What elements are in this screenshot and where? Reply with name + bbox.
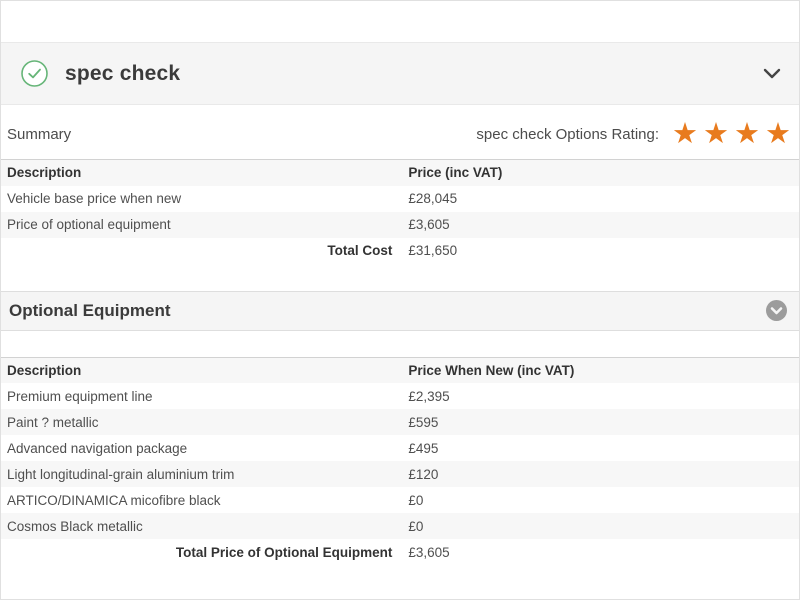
oe-total-row: Total Price of Optional Equipment £3,605 <box>1 539 799 565</box>
table-row: Advanced navigation package £495 <box>1 435 799 461</box>
oe-table-header-row: Description Price When New (inc VAT) <box>1 357 799 383</box>
oe-total-value: £3,605 <box>402 539 799 565</box>
summary-total-row: Total Cost £31,650 <box>1 238 799 264</box>
oe-col-price: Price When New (inc VAT) <box>402 357 799 383</box>
table-row: Paint ? metallic £595 <box>1 409 799 435</box>
summary-col-description: Description <box>1 160 402 186</box>
spec-check-header[interactable]: spec check <box>1 42 799 105</box>
description-cell: Light longitudinal-grain aluminium trim <box>1 461 402 487</box>
summary-col-price: Price (inc VAT) <box>402 160 799 186</box>
description-cell: Advanced navigation package <box>1 435 402 461</box>
table-row: Premium equipment line £2,395 <box>1 383 799 409</box>
description-cell: Vehicle base price when new <box>1 186 402 212</box>
price-cell: £0 <box>402 513 799 539</box>
star-icon: ★ <box>734 120 760 149</box>
table-row: ARTICO/DINAMICA micofibre black £0 <box>1 487 799 513</box>
chevron-down-icon[interactable] <box>763 68 781 80</box>
chevron-down-circle-icon[interactable] <box>766 300 787 321</box>
panel-title: spec check <box>65 62 180 86</box>
oe-col-description: Description <box>1 357 402 383</box>
description-cell: Price of optional equipment <box>1 212 402 238</box>
price-cell: £2,395 <box>402 383 799 409</box>
price-cell: £28,045 <box>402 186 799 212</box>
table-row: Cosmos Black metallic £0 <box>1 513 799 539</box>
price-cell: £595 <box>402 409 799 435</box>
optional-equipment-header[interactable]: Optional Equipment <box>1 291 799 331</box>
price-cell: £120 <box>402 461 799 487</box>
summary-label: Summary <box>7 126 71 143</box>
summary-bar: Summary spec check Options Rating: ★★★★ <box>1 105 799 157</box>
star-icon: ★ <box>672 120 698 149</box>
rating-label: spec check Options Rating: <box>476 126 659 143</box>
summary-table-header-row: Description Price (inc VAT) <box>1 160 799 186</box>
table-row: Light longitudinal-grain aluminium trim … <box>1 461 799 487</box>
price-cell: £3,605 <box>402 212 799 238</box>
spec-check-panel: spec check Summary spec check Options Ra… <box>0 0 800 600</box>
optional-equipment-table: Description Price When New (inc VAT) Pre… <box>1 357 799 566</box>
description-cell: Paint ? metallic <box>1 409 402 435</box>
check-circle-icon <box>21 60 48 87</box>
summary-table: Description Price (inc VAT) Vehicle base… <box>1 159 799 264</box>
section-title: Optional Equipment <box>9 301 171 321</box>
total-cost-value: £31,650 <box>402 238 799 264</box>
price-cell: £0 <box>402 487 799 513</box>
total-cost-label: Total Cost <box>1 238 402 264</box>
top-spacer <box>1 1 799 42</box>
rating-stars: ★★★★ <box>667 120 791 149</box>
description-cell: Premium equipment line <box>1 383 402 409</box>
table-row: Vehicle base price when new £28,045 <box>1 186 799 212</box>
oe-total-label: Total Price of Optional Equipment <box>1 539 402 565</box>
star-icon: ★ <box>703 120 729 149</box>
description-cell: ARTICO/DINAMICA micofibre black <box>1 487 402 513</box>
table-row: Price of optional equipment £3,605 <box>1 212 799 238</box>
options-rating: spec check Options Rating: ★★★★ <box>476 120 791 149</box>
description-cell: Cosmos Black metallic <box>1 513 402 539</box>
price-cell: £495 <box>402 435 799 461</box>
star-icon: ★ <box>765 120 791 149</box>
